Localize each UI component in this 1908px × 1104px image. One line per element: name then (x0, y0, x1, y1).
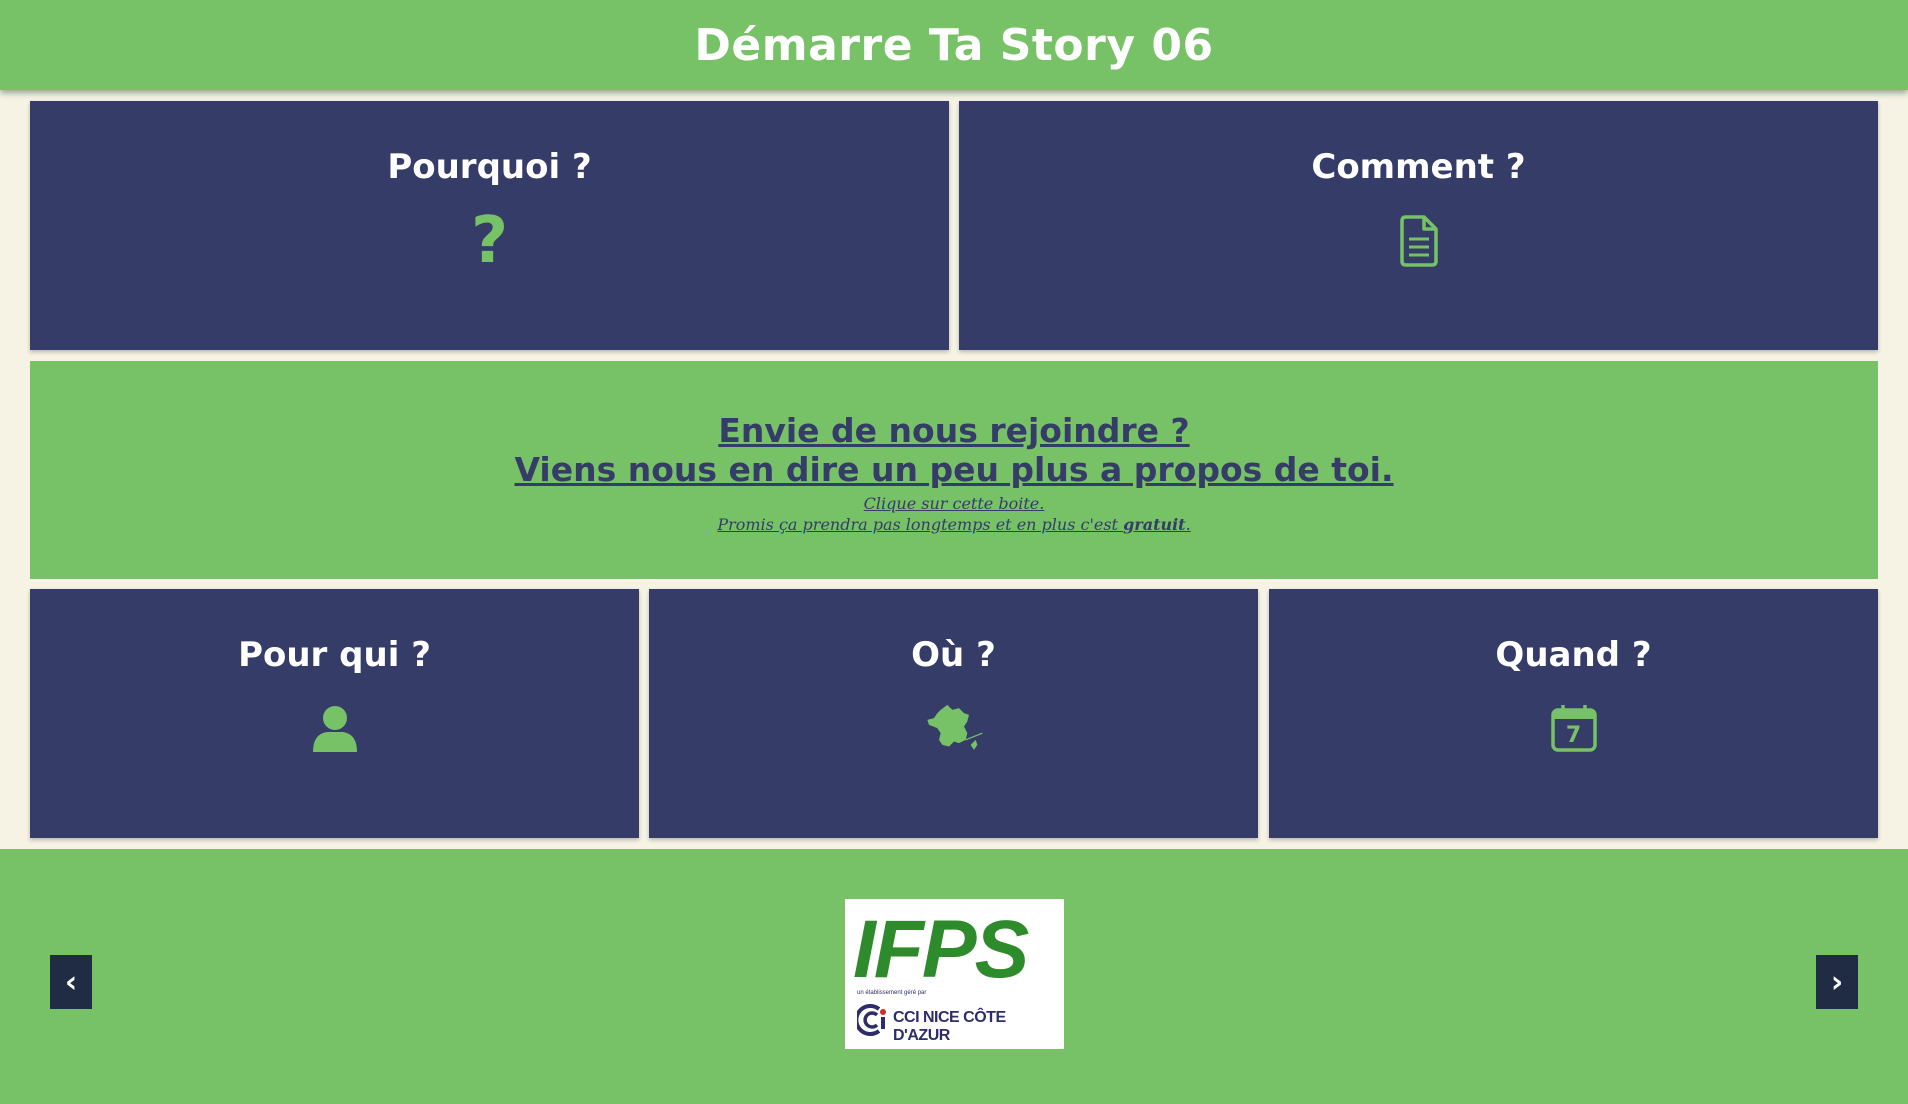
card-ou[interactable]: Où ? (649, 589, 1258, 838)
card-title: Pour qui ? (238, 635, 431, 675)
site-header: Démarre Ta Story 06 (0, 0, 1908, 90)
question-mark-icon: ? (470, 204, 509, 278)
logo-small-text: un établissement géré par (857, 990, 927, 996)
cci-logo-icon (857, 1004, 886, 1036)
document-icon (1389, 211, 1449, 271)
calendar-icon: 7 (1544, 699, 1604, 759)
cta-heading[interactable]: Envie de nous rejoindre ? (30, 411, 1878, 450)
cta-subheading[interactable]: Viens nous en dire un peu plus a propos … (30, 450, 1878, 489)
card-title: Comment ? (1311, 147, 1526, 187)
cta-promise-bold: gratuit (1123, 515, 1186, 534)
carousel-next-button[interactable]: › (1816, 955, 1858, 1009)
card-title: Où ? (911, 635, 996, 675)
cta-promise-text: Promis ça prendra pas longtemps et en pl… (717, 515, 1124, 534)
france-map-icon (924, 699, 984, 759)
partner-carousel: ‹ IFPS un établissement géré par CCI NIC… (0, 849, 1908, 1104)
user-icon (305, 699, 365, 759)
card-pourquoi[interactable]: Pourquoi ? ? (30, 101, 949, 350)
card-comment[interactable]: Comment ? (959, 101, 1878, 350)
cta-promise-end: . (1185, 515, 1191, 534)
join-us-box[interactable]: Envie de nous rejoindre ? Viens nous en … (30, 361, 1878, 579)
cta-promise[interactable]: Promis ça prendra pas longtemps et en pl… (30, 514, 1878, 535)
page-title: Démarre Ta Story 06 (694, 19, 1214, 71)
logo-cci-text: CCI NICE CÔTE D'AZUR (893, 1009, 1006, 1044)
card-title: Pourquoi ? (387, 147, 592, 187)
partner-logo-ifps[interactable]: IFPS un établissement géré par CCI NICE … (845, 899, 1064, 1049)
carousel-prev-button[interactable]: ‹ (50, 955, 92, 1009)
cta-instruction[interactable]: Clique sur cette boite. (30, 493, 1878, 514)
calendar-day: 7 (1565, 723, 1582, 748)
card-quand[interactable]: Quand ? 7 (1269, 589, 1878, 838)
logo-main-text: IFPS (853, 904, 1029, 995)
card-pour-qui[interactable]: Pour qui ? (30, 589, 639, 838)
card-title: Quand ? (1495, 635, 1652, 675)
